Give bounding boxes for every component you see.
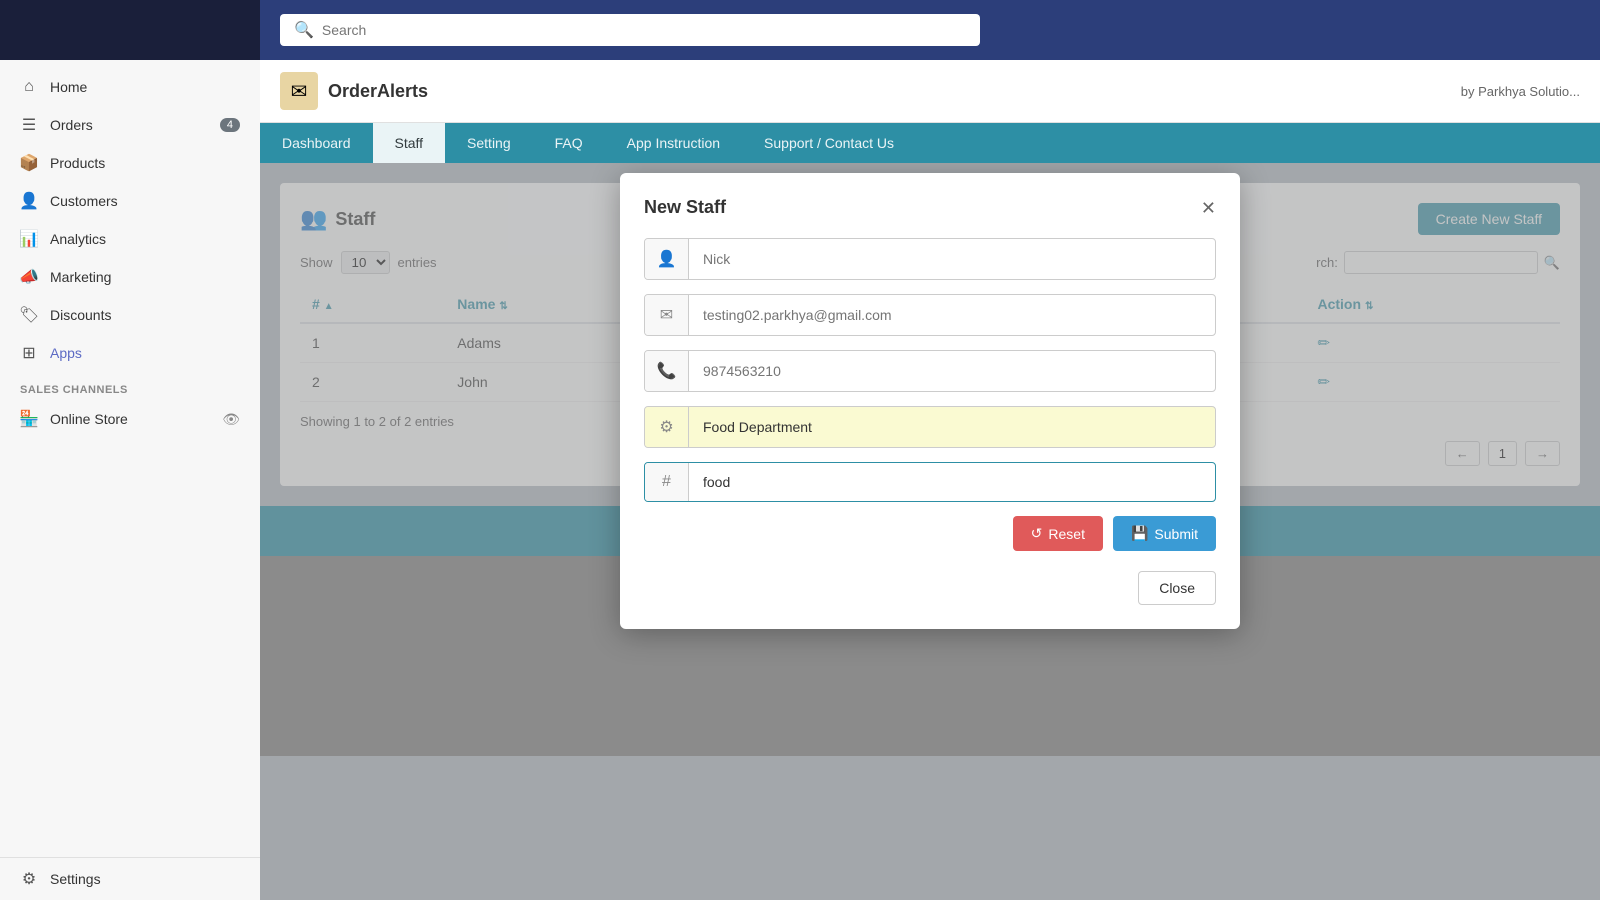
user-icon: 👤 (645, 239, 689, 279)
modal-close-x-button[interactable]: ✕ (1201, 199, 1216, 217)
apps-icon: ⊞ (20, 344, 38, 362)
sidebar-item-apps[interactable]: ⊞ Apps (0, 334, 260, 372)
sidebar-item-products[interactable]: 📦 Products (0, 144, 260, 182)
sidebar-top (0, 0, 260, 60)
email-icon: ✉ (645, 295, 689, 335)
submit-icon: 💾 (1131, 525, 1148, 542)
app-header: ✉ OrderAlerts by Parkhya Solutio... (260, 60, 1600, 123)
reset-button[interactable]: ↺ Reset (1013, 516, 1103, 551)
tab-app-instruction[interactable]: App Instruction (605, 123, 742, 163)
app-nav: Dashboard Staff Setting FAQ App Instruct… (260, 123, 1600, 163)
reset-label: Reset (1048, 526, 1085, 542)
tag-icon: # (645, 463, 689, 501)
orders-icon: ☰ (20, 116, 38, 134)
sales-channels-label: SALES CHANNELS (0, 372, 260, 400)
sidebar-item-online-store[interactable]: 🏪 Online Store 👁 (0, 400, 260, 438)
tab-staff[interactable]: Staff (373, 123, 446, 163)
content-bg: 👥 Staff Create New Staff Show 10 25 50 e… (260, 163, 1600, 900)
department-field: ⚙ (644, 406, 1216, 448)
analytics-icon: 📊 (20, 230, 38, 248)
sidebar-item-label: Analytics (50, 231, 106, 247)
sidebar-item-customers[interactable]: 👤 Customers (0, 182, 260, 220)
sidebar-item-home[interactable]: ⌂ Home (0, 68, 260, 106)
search-input[interactable] (322, 22, 966, 38)
online-store-label: Online Store (50, 411, 128, 427)
phone-input[interactable] (689, 353, 1215, 389)
phone-icon: 📞 (645, 351, 689, 391)
sidebar-bottom: ⚙ Settings (0, 857, 260, 900)
app-logo-emoji: ✉ (291, 79, 308, 104)
name-input[interactable] (689, 241, 1215, 277)
orders-badge: 4 (220, 118, 240, 132)
search-box[interactable]: 🔍 (280, 14, 980, 46)
tab-faq[interactable]: FAQ (533, 123, 605, 163)
discounts-icon: 🏷 (20, 306, 38, 324)
topbar: 🔍 (260, 0, 1600, 60)
modal-footer: Close (644, 571, 1216, 605)
online-store-icon: 🏪 (20, 410, 38, 428)
app-brand: ✉ OrderAlerts (280, 72, 428, 110)
sidebar-item-label: Marketing (50, 269, 111, 285)
sidebar-item-orders[interactable]: ☰ Orders 4 (0, 106, 260, 144)
search-icon: 🔍 (294, 20, 314, 40)
modal-actions: ↺ Reset 💾 Submit (644, 516, 1216, 551)
tab-support[interactable]: Support / Contact Us (742, 123, 916, 163)
tab-dashboard[interactable]: Dashboard (260, 123, 373, 163)
modal-title: New Staff (644, 197, 726, 218)
customers-icon: 👤 (20, 192, 38, 210)
reset-icon: ↺ (1031, 525, 1043, 542)
sidebar-item-settings[interactable]: ⚙ Settings (20, 870, 240, 888)
department-input[interactable] (689, 409, 1215, 445)
sidebar-nav: ⌂ Home ☰ Orders 4 📦 Products 👤 Customers… (0, 60, 260, 857)
home-icon: ⌂ (20, 78, 38, 96)
email-field: ✉ (644, 294, 1216, 336)
email-input[interactable] (689, 297, 1215, 333)
sidebar-item-label: Orders (50, 117, 93, 133)
sidebar: ⌂ Home ☰ Orders 4 📦 Products 👤 Customers… (0, 0, 260, 900)
phone-field: 📞 (644, 350, 1216, 392)
tag-input[interactable] (689, 464, 1215, 500)
sidebar-item-analytics[interactable]: 📊 Analytics (0, 220, 260, 258)
app-logo: ✉ (280, 72, 318, 110)
department-icon: ⚙ (645, 407, 689, 447)
sidebar-item-discounts[interactable]: 🏷 Discounts (0, 296, 260, 334)
sidebar-item-label: Products (50, 155, 105, 171)
name-field: 👤 (644, 238, 1216, 280)
app-area: ✉ OrderAlerts by Parkhya Solutio... Dash… (260, 60, 1600, 900)
app-title: OrderAlerts (328, 81, 428, 102)
sidebar-item-label: Discounts (50, 307, 111, 323)
modal-overlay: New Staff ✕ 👤 ✉ 📞 (260, 163, 1600, 900)
submit-button[interactable]: 💾 Submit (1113, 516, 1216, 551)
sidebar-item-label: Apps (50, 345, 82, 361)
sidebar-item-label: Home (50, 79, 87, 95)
products-icon: 📦 (20, 154, 38, 172)
settings-label: Settings (50, 871, 101, 887)
settings-icon: ⚙ (20, 870, 38, 888)
app-by: by Parkhya Solutio... (1461, 84, 1580, 99)
tab-setting[interactable]: Setting (445, 123, 533, 163)
sidebar-item-marketing[interactable]: 📣 Marketing (0, 258, 260, 296)
close-button[interactable]: Close (1138, 571, 1216, 605)
modal-header: New Staff ✕ (644, 197, 1216, 218)
sidebar-item-label: Customers (50, 193, 118, 209)
marketing-icon: 📣 (20, 268, 38, 286)
submit-label: Submit (1154, 526, 1198, 542)
new-staff-modal: New Staff ✕ 👤 ✉ 📞 (620, 173, 1240, 629)
main-content: 🔍 ✉ OrderAlerts by Parkhya Solutio... Da… (260, 0, 1600, 900)
tag-field: # (644, 462, 1216, 502)
eye-icon: 👁 (222, 411, 240, 428)
